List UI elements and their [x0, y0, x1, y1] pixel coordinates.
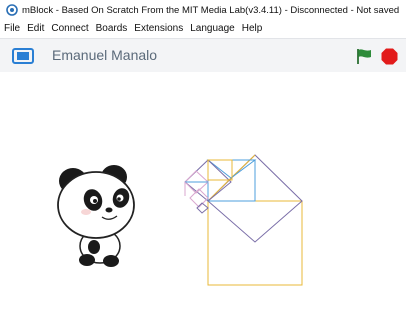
menu-file[interactable]: File: [0, 23, 23, 34]
pen-drawing: [184, 154, 303, 286]
menu-edit[interactable]: Edit: [23, 23, 47, 34]
panda-sprite[interactable]: [57, 165, 135, 267]
menu-language[interactable]: Language: [186, 23, 238, 34]
stage-mode-icon[interactable]: [12, 48, 34, 64]
menu-connect[interactable]: Connect: [47, 23, 91, 34]
menu-help[interactable]: Help: [238, 23, 266, 34]
stop-icon[interactable]: [381, 48, 398, 65]
stage-drawing: [57, 154, 303, 286]
green-flag-icon[interactable]: [355, 48, 373, 65]
menu-boards[interactable]: Boards: [92, 23, 131, 34]
mblock-gear-icon: [6, 4, 18, 16]
menu-bar: File Edit Connect Boards Extensions Lang…: [0, 20, 406, 36]
sprite-name: Emanuel Manalo: [52, 47, 158, 63]
window-title: mBlock - Based On Scratch From the MIT M…: [22, 4, 400, 16]
menu-extensions[interactable]: Extensions: [130, 23, 186, 34]
mblock-window: mBlock - Based On Scratch From the MIT M…: [0, 0, 406, 328]
stage-canvas[interactable]: [0, 72, 406, 328]
stage-header: Emanuel Manalo: [0, 38, 406, 72]
title-bar: mBlock - Based On Scratch From the MIT M…: [0, 0, 406, 20]
